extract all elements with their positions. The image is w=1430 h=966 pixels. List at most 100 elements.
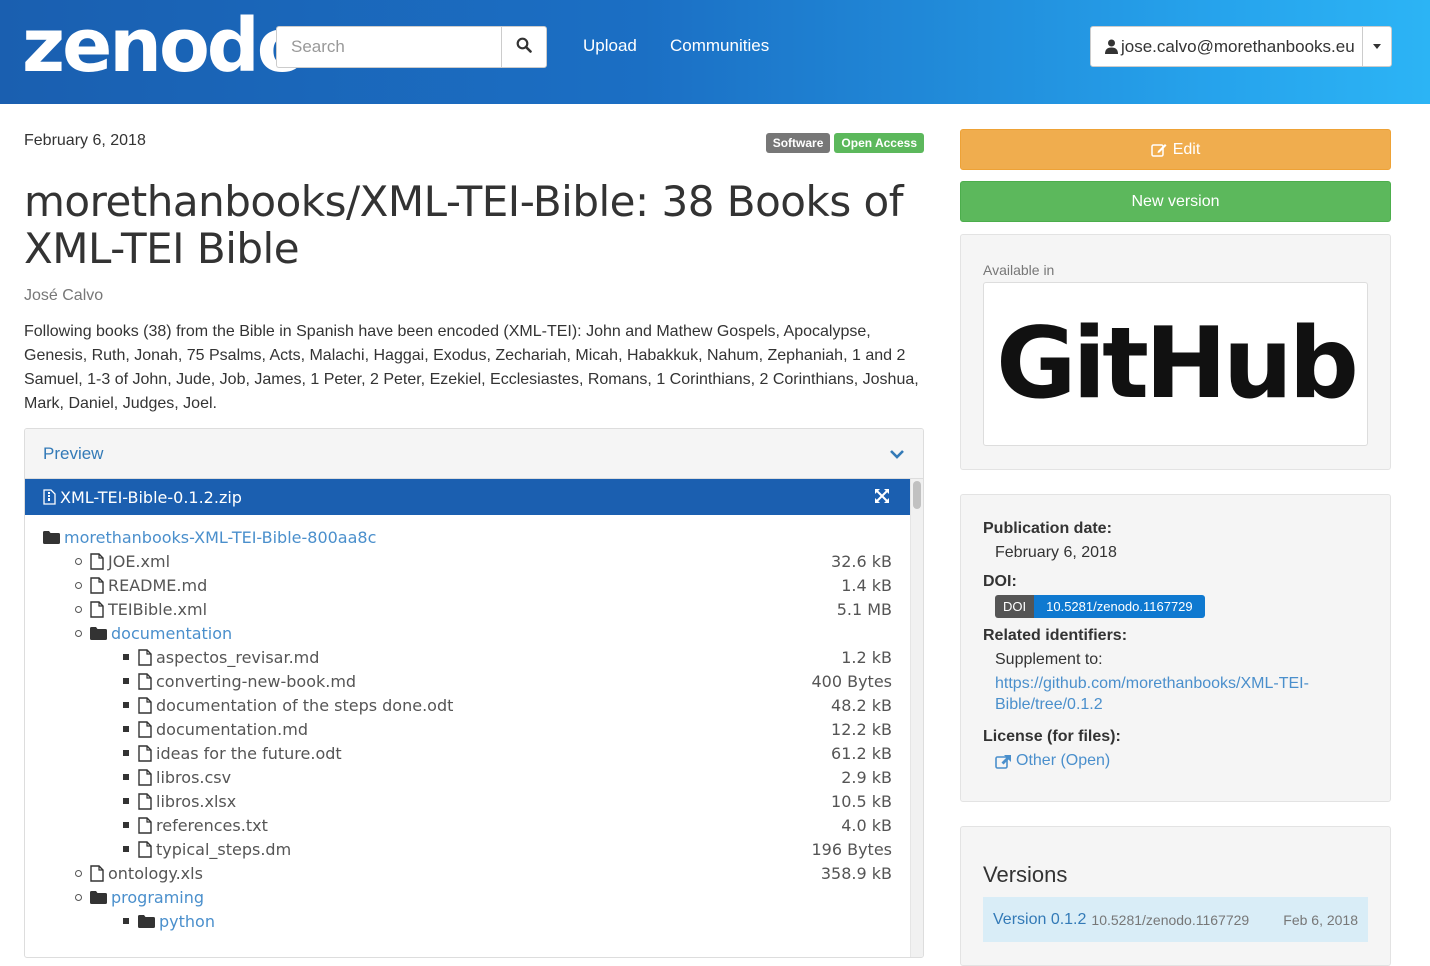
file-name: documentation of the steps done.odt — [156, 695, 454, 715]
new-version-button[interactable]: New version — [960, 181, 1391, 222]
file-icon — [138, 768, 152, 786]
version-row[interactable]: Version 0.1.2 10.5281/zenodo.1167729 Feb… — [983, 897, 1368, 942]
file-archive-icon — [43, 489, 56, 505]
badge-access: Open Access — [834, 133, 924, 153]
record-description: Following books (38) from the Bible in S… — [24, 323, 919, 412]
related-identifiers-label: Related identifiers: — [983, 627, 1128, 644]
list-bullet — [123, 678, 129, 684]
tree-file: ontology.xls — [75, 861, 203, 885]
list-bullet — [75, 557, 82, 565]
version-link[interactable]: Version 0.1.2 — [993, 911, 1086, 929]
supplement-link[interactable]: https://github.com/morethanbooks/XML-TEI… — [995, 675, 1309, 717]
tree-file: references.txt — [123, 813, 268, 837]
list-bullet — [123, 822, 129, 828]
search-input[interactable] — [276, 26, 501, 68]
user-menu[interactable]: jose.calvo@morethanbooks.eu — [1090, 26, 1392, 67]
list-bullet — [123, 726, 129, 732]
file-size: 48.2 kB — [831, 695, 892, 715]
preview-heading-label: Preview — [43, 443, 104, 463]
tree-folder[interactable]: python — [123, 909, 215, 933]
doi-badge[interactable]: DOI 10.5281/zenodo.1167729 — [995, 595, 1205, 618]
list-bullet — [75, 629, 82, 637]
file-size: 1.2 kB — [841, 647, 892, 667]
folder-name[interactable]: python — [159, 912, 215, 931]
search-form — [276, 26, 547, 68]
folder-name[interactable]: documentation — [111, 624, 232, 643]
doi-badge-prefix: DOI — [995, 595, 1035, 618]
folder-name[interactable]: programing — [111, 888, 204, 907]
file-icon — [138, 744, 152, 762]
tree-folder[interactable]: documentation — [75, 621, 232, 645]
file-name: TEIBible.xml — [108, 599, 208, 619]
list-bullet — [123, 750, 129, 756]
file-name: converting-new-book.md — [156, 671, 357, 691]
publication-date-value: February 6, 2018 — [995, 544, 1117, 561]
preview-scrollbar[interactable] — [910, 479, 923, 957]
available-in-label: Available in — [983, 262, 1055, 278]
zenodo-logo[interactable]: zenodo — [22, 6, 308, 86]
list-bullet — [123, 846, 129, 852]
file-size: 196 Bytes — [811, 839, 892, 859]
file-size: 1.4 kB — [841, 575, 892, 595]
tree-folder[interactable]: programing — [75, 885, 204, 909]
file-icon — [138, 792, 152, 810]
file-name: aspectos_revisar.md — [156, 647, 320, 667]
file-icon — [138, 672, 152, 690]
tree-file: libros.csv — [123, 765, 231, 789]
record-title: morethanbooks/XML-TEI-Bible: 38 Books of… — [24, 177, 904, 273]
file-name: references.txt — [156, 815, 268, 835]
list-bullet — [123, 918, 129, 924]
tree-file: JOE.xml — [75, 549, 170, 573]
edit-icon — [1150, 142, 1167, 157]
nav-communities[interactable]: Communities — [670, 36, 769, 56]
user-menu-button[interactable]: jose.calvo@morethanbooks.eu — [1091, 27, 1362, 66]
preview-heading[interactable]: Preview — [25, 429, 923, 479]
file-icon — [138, 648, 152, 666]
file-icon — [138, 816, 152, 834]
tree-file: aspectos_revisar.md — [123, 645, 319, 669]
tree-file: typical_steps.dm — [123, 837, 291, 861]
user-dropdown-toggle[interactable] — [1362, 27, 1391, 66]
tree-file: documentation.md — [123, 717, 308, 741]
caret-down-icon — [1373, 44, 1381, 49]
file-size: 61.2 kB — [831, 743, 892, 763]
list-bullet — [75, 893, 82, 901]
file-name: libros.xlsx — [156, 791, 237, 811]
list-bullet — [75, 605, 82, 613]
file-icon — [90, 864, 104, 882]
list-bullet — [75, 581, 82, 589]
folder-icon — [90, 890, 107, 904]
list-bullet — [123, 702, 129, 708]
file-name: documentation.md — [156, 719, 309, 739]
archive-bar: XML-TEI-Bible-0.1.2.zip — [25, 479, 910, 515]
file-icon — [90, 600, 104, 618]
folder-icon — [43, 530, 60, 544]
file-name: JOE.xml — [108, 551, 171, 571]
scrollbar-thumb[interactable] — [913, 481, 921, 509]
file-icon — [138, 840, 152, 858]
license-link[interactable]: Other (Open) — [995, 752, 1110, 770]
supplement-link-line2: Bible/tree/0.1.2 — [995, 696, 1103, 713]
preview-panel: Preview XML-TEI-Bible-0.1.2.zip morethan… — [24, 428, 924, 958]
record-badges: Software Open Access — [765, 133, 924, 153]
list-bullet — [75, 869, 82, 877]
search-icon — [516, 37, 532, 58]
archive-name: XML-TEI-Bible-0.1.2.zip — [60, 487, 242, 507]
external-link-icon — [995, 754, 1012, 769]
search-button[interactable] — [501, 26, 547, 68]
folder-name[interactable]: morethanbooks-XML-TEI-Bible-800aa8c — [64, 528, 376, 547]
chevron-down-icon[interactable] — [889, 444, 905, 464]
version-doi: 10.5281/zenodo.1167729 — [1091, 911, 1250, 928]
file-name: ideas for the future.odt — [156, 743, 342, 763]
user-email: jose.calvo@morethanbooks.eu — [1121, 36, 1355, 56]
github-logo-box[interactable]: GitHub — [983, 282, 1368, 446]
publication-date-label: Publication date: — [983, 520, 1112, 537]
metadata-panel: Publication date: February 6, 2018 DOI: … — [960, 494, 1391, 802]
nav-upload[interactable]: Upload — [583, 36, 637, 56]
record-author: José Calvo — [24, 287, 104, 304]
tree-folder[interactable]: morethanbooks-XML-TEI-Bible-800aa8c — [43, 525, 376, 549]
edit-button[interactable]: Edit — [960, 129, 1391, 170]
file-size: 5.1 MB — [836, 599, 892, 619]
expand-icon[interactable] — [874, 488, 890, 508]
license-value: Other (Open) — [1016, 752, 1111, 769]
